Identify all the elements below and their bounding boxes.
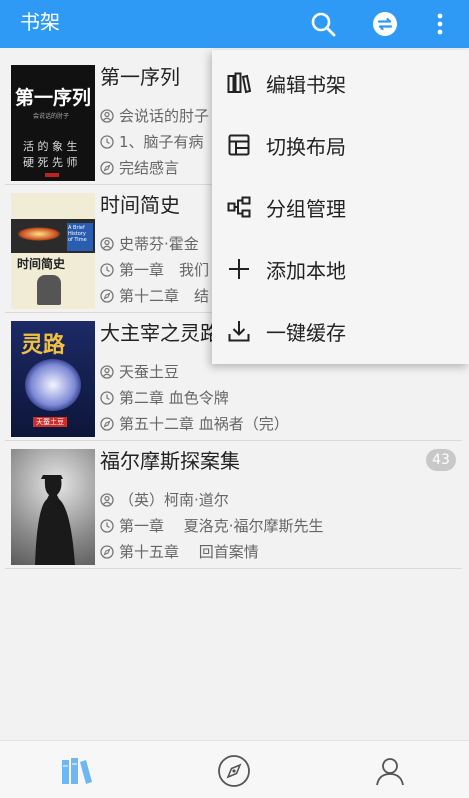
book-title: 大主宰之灵路 (100, 321, 220, 345)
book-title: 福尔摩斯探案集 (100, 449, 240, 473)
clock-icon (100, 135, 114, 149)
bookshelf-screen: 书架 第一序列 会说话的肘子 活 的 象 生 硬 死 先 师 第一序列 会说话的… (0, 0, 469, 798)
nav-profile[interactable] (370, 751, 410, 791)
book-title: 时间简史 (100, 193, 180, 217)
edit-bookshelf-icon (226, 70, 252, 96)
menu-item-cache-all[interactable]: 一键缓存 (212, 300, 469, 362)
author-icon (100, 237, 114, 251)
book-read-row: 完结感言 (100, 158, 179, 178)
author-icon (100, 109, 114, 123)
author-icon (100, 493, 114, 507)
sync-button[interactable] (367, 6, 403, 42)
menu-item-edit-bookshelf[interactable]: 编辑书架 (212, 52, 469, 114)
book-author-row: （英）柯南·道尔 (100, 490, 229, 510)
nav-discover[interactable] (214, 751, 254, 791)
book-author: （英）柯南·道尔 (119, 491, 229, 509)
book-latest-chapter: 第二章 血色令牌 (119, 389, 229, 407)
book-read-row: 第十二章 结 (100, 286, 209, 306)
user-icon (376, 758, 404, 786)
top-app-bar: 书架 (0, 0, 469, 48)
book-latest-row: 第一章 夏洛克·福尔摩斯先生 (100, 516, 324, 536)
author-icon (100, 365, 114, 379)
book-latest-row: 第一章 我们 (100, 260, 209, 280)
compass-icon (218, 755, 250, 787)
book-title: 第一序列 (100, 65, 180, 89)
overflow-menu: 编辑书架 切换布局 分组管理 添加本地 一键缓存 (212, 50, 469, 364)
bookshelf-icon (62, 758, 92, 784)
menu-item-label: 分组管理 (266, 196, 346, 221)
book-latest-chapter: 第一章 我们 (119, 261, 210, 279)
download-icon (226, 318, 252, 344)
book-latest-chapter: 第一章 夏洛克·福尔摩斯先生 (119, 517, 324, 535)
clock-icon (100, 263, 114, 277)
cover-title: 灵路 (21, 332, 66, 358)
book-author: 会说话的肘子 (119, 107, 210, 125)
cover-side-text: A Brief History of Time (68, 225, 87, 243)
more-options-button[interactable] (422, 6, 458, 42)
menu-item-label: 添加本地 (266, 258, 346, 283)
menu-item-group-manage[interactable]: 分组管理 (212, 176, 469, 238)
book-read-chapter: 完结感言 (119, 159, 180, 177)
compass-icon (100, 289, 114, 303)
book-author: 天蚕土豆 (119, 363, 180, 381)
book-read-chapter: 第十二章 结 (119, 287, 210, 305)
book-cover: 第一序列 会说话的肘子 活 的 象 生 硬 死 先 师 (11, 65, 95, 181)
menu-item-label: 切换布局 (266, 134, 346, 159)
compass-icon (100, 417, 114, 431)
book-author-row: 史蒂芬·霍金 (100, 234, 199, 254)
book-author: 史蒂芬·霍金 (119, 235, 199, 253)
book-latest-row: 1、脑子有病 (100, 132, 204, 152)
nav-bookshelf[interactable] (56, 751, 96, 791)
unread-count-badge: 43 (426, 449, 456, 471)
clock-icon (100, 519, 114, 533)
book-read-chapter: 第十五章 回首案情 (119, 543, 259, 561)
group-icon (226, 194, 252, 220)
cover-author: 天蚕土豆 (33, 417, 67, 427)
silhouette-icon (35, 475, 75, 565)
book-latest-row: 第二章 血色令牌 (100, 388, 229, 408)
page-title: 书架 (20, 10, 60, 34)
compass-icon (100, 161, 114, 175)
menu-item-label: 一键缓存 (266, 320, 346, 345)
book-cover: 灵路 天蚕土豆 (11, 321, 95, 437)
more-vertical-icon (437, 13, 443, 35)
book-cover (11, 449, 95, 565)
plus-icon (226, 256, 252, 282)
layout-icon (226, 132, 252, 158)
book-latest-chapter: 1、脑子有病 (119, 133, 204, 151)
book-cover: A Brief History of Time 时间简史 (11, 193, 95, 309)
cover-title: 时间简史 (17, 257, 66, 271)
clock-icon (100, 391, 114, 405)
book-author-row: 会说话的肘子 (100, 106, 209, 126)
menu-item-label: 编辑书架 (266, 72, 346, 97)
menu-item-switch-layout[interactable]: 切换布局 (212, 114, 469, 176)
cover-author: 会说话的肘子 (33, 113, 70, 120)
menu-item-add-local[interactable]: 添加本地 (212, 238, 469, 300)
cover-title: 第一序列 (15, 87, 92, 109)
search-button[interactable] (305, 6, 341, 42)
bottom-navigation (0, 740, 469, 798)
search-icon (311, 12, 336, 37)
book-read-row: 第五十二章 血祸者（完） (100, 414, 289, 434)
book-read-row: 第十五章 回首案情 (100, 542, 259, 562)
cover-text: 活 的 象 生 硬 死 先 师 (23, 140, 78, 169)
sync-icon (373, 12, 397, 36)
compass-icon (100, 545, 114, 559)
book-read-chapter: 第五十二章 血祸者（完） (119, 415, 289, 433)
book-item[interactable]: 福尔摩斯探案集 43 （英）柯南·道尔 第一章 夏洛克·福尔摩斯先生 第十五章 … (5, 441, 462, 569)
book-author-row: 天蚕土豆 (100, 362, 179, 382)
